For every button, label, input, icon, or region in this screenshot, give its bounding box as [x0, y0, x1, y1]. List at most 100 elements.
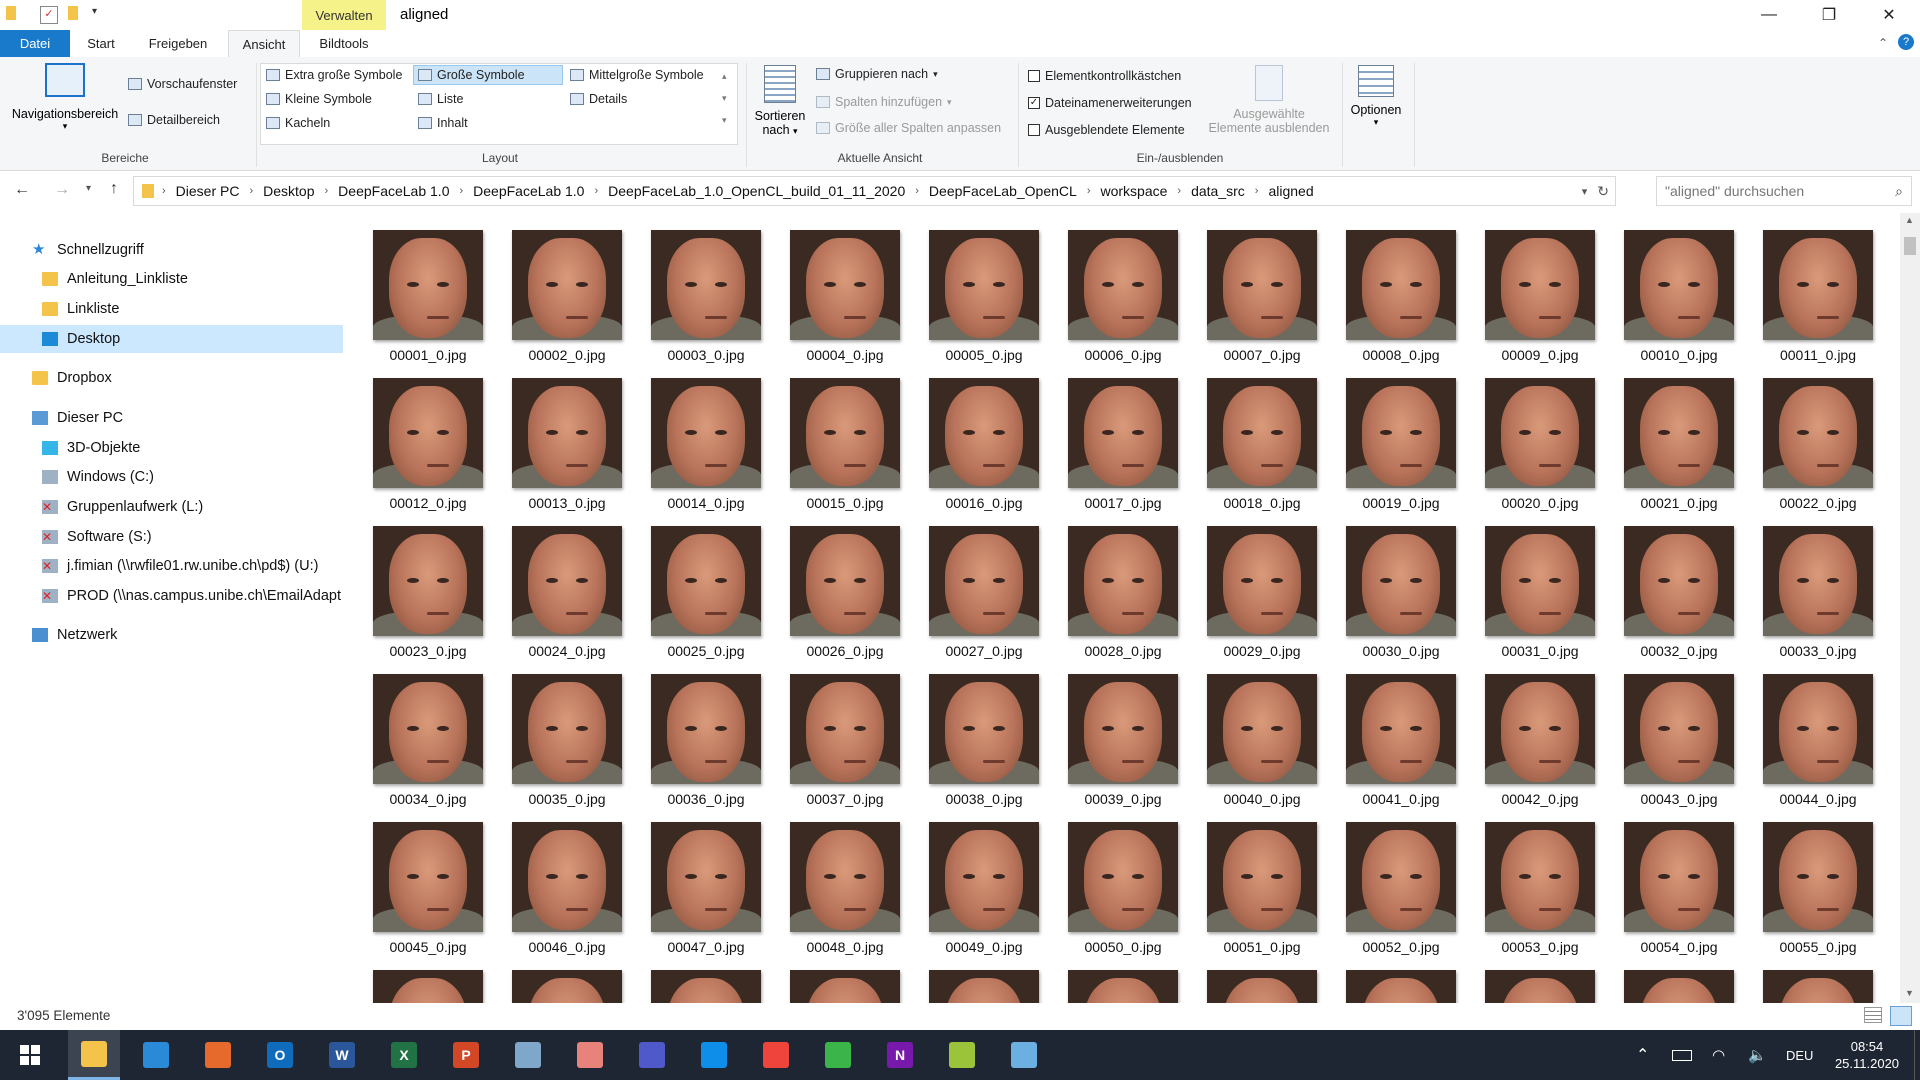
taskbar-app-remote-desktop[interactable]: [502, 1030, 554, 1080]
image-thumbnail[interactable]: [1207, 378, 1317, 488]
file-tile[interactable]: 00025_0.jpg: [621, 509, 761, 659]
image-thumbnail[interactable]: [929, 822, 1039, 932]
image-thumbnail[interactable]: [929, 970, 1039, 1003]
image-thumbnail[interactable]: [1068, 378, 1178, 488]
file-tile[interactable]: 00031_0.jpg: [1455, 509, 1595, 659]
close-button[interactable]: ✕: [1860, 0, 1918, 30]
nav-fimian[interactable]: ✕ j.fimian (\\rwfile01.rw.unibe.ch\pd$) (…: [0, 552, 385, 580]
file-tile[interactable]: 00051_0.jpg: [1177, 805, 1317, 955]
layout-extra-grosse-symbole[interactable]: Extra große Symbole: [266, 68, 402, 82]
image-thumbnail[interactable]: [1624, 822, 1734, 932]
file-tile[interactable]: [482, 953, 622, 1003]
search-input[interactable]: "aligned" durchsuchen ⌕: [1656, 176, 1912, 206]
file-tile[interactable]: [899, 953, 1039, 1003]
detailbereich-button[interactable]: Detailbereich: [128, 113, 220, 127]
customize-quick-access-icon[interactable]: ▾: [92, 6, 108, 22]
image-thumbnail[interactable]: [512, 822, 622, 932]
gruppieren-button[interactable]: Gruppieren nach ▾: [816, 67, 938, 81]
file-tile[interactable]: [1733, 953, 1873, 1003]
file-tile[interactable]: 00045_0.jpg: [343, 805, 483, 955]
image-thumbnail[interactable]: [1624, 526, 1734, 636]
image-thumbnail[interactable]: [1485, 822, 1595, 932]
nav-desktop[interactable]: Desktop📌: [0, 325, 385, 353]
tab-ansicht[interactable]: Ansicht: [228, 30, 300, 58]
forward-arrow-icon[interactable]: →: [54, 181, 70, 199]
file-tile[interactable]: [1455, 953, 1595, 1003]
file-tile[interactable]: 00042_0.jpg: [1455, 657, 1595, 807]
address-history-chevron-icon[interactable]: ▾: [1582, 185, 1588, 198]
nav-linkliste[interactable]: Linkliste📌: [0, 295, 385, 323]
breadcrumb-item[interactable]: DeepFaceLab 1.0: [338, 183, 449, 199]
image-thumbnail[interactable]: [790, 674, 900, 784]
file-tile[interactable]: 00048_0.jpg: [760, 805, 900, 955]
image-thumbnail[interactable]: [1624, 230, 1734, 340]
image-thumbnail[interactable]: [1763, 674, 1873, 784]
breadcrumb-item[interactable]: data_src: [1191, 183, 1245, 199]
image-thumbnail[interactable]: [512, 674, 622, 784]
search-icon[interactable]: ⌕: [1895, 183, 1903, 200]
spaltengroesse-button[interactable]: Größe aller Spalten anpassen: [816, 121, 1001, 135]
navigationsbereich-button[interactable]: Navigationsbereich ▾: [10, 63, 120, 132]
image-thumbnail[interactable]: [1068, 674, 1178, 784]
breadcrumb-separator-icon[interactable]: ›: [594, 185, 598, 197]
file-tile[interactable]: 00009_0.jpg: [1455, 213, 1595, 363]
breadcrumb-item[interactable]: aligned: [1268, 183, 1313, 199]
nav-prod[interactable]: ✕ PROD (\\nas.campus.unibe.ch\EmailAdapt: [0, 582, 385, 610]
file-tile[interactable]: 00013_0.jpg: [482, 361, 622, 511]
nav-dieser-pc[interactable]: Dieser PC: [0, 404, 375, 432]
taskbar-app-firefox[interactable]: [192, 1030, 244, 1080]
file-tile[interactable]: [343, 953, 483, 1003]
image-thumbnail[interactable]: [651, 526, 761, 636]
scroll-up-icon[interactable]: ▲: [1905, 215, 1914, 225]
file-tile[interactable]: 00010_0.jpg: [1594, 213, 1734, 363]
image-thumbnail[interactable]: [1207, 674, 1317, 784]
taskbar-app-anydesk[interactable]: [750, 1030, 802, 1080]
breadcrumb-separator-icon[interactable]: ›: [1087, 185, 1091, 197]
nav-anleitung-linkliste[interactable]: Anleitung_Linkliste📌: [0, 265, 385, 293]
image-thumbnail[interactable]: [929, 674, 1039, 784]
file-tile[interactable]: 00050_0.jpg: [1038, 805, 1178, 955]
image-thumbnail[interactable]: [790, 822, 900, 932]
tab-start[interactable]: Start: [78, 30, 124, 57]
file-tile[interactable]: 00040_0.jpg: [1177, 657, 1317, 807]
file-tile[interactable]: 00034_0.jpg: [343, 657, 483, 807]
file-tile[interactable]: 00055_0.jpg: [1733, 805, 1873, 955]
image-thumbnail[interactable]: [373, 230, 483, 340]
dateinamenerweiterungen-checkbox[interactable]: ✓ Dateinamenerweiterungen: [1028, 96, 1192, 110]
file-tile[interactable]: 00032_0.jpg: [1594, 509, 1734, 659]
image-thumbnail[interactable]: [1485, 378, 1595, 488]
image-thumbnail[interactable]: [373, 378, 483, 488]
image-thumbnail[interactable]: [790, 378, 900, 488]
verwalten-context-tab[interactable]: Verwalten: [302, 0, 386, 30]
file-tile[interactable]: [760, 953, 900, 1003]
file-tile[interactable]: 00017_0.jpg: [1038, 361, 1178, 511]
elementkontrollkaestchen-checkbox[interactable]: Elementkontrollkästchen: [1028, 69, 1181, 83]
image-thumbnail[interactable]: [1346, 378, 1456, 488]
show-hidden-icons-chevron-icon[interactable]: ⌃: [1636, 1030, 1649, 1080]
file-tile[interactable]: 00035_0.jpg: [482, 657, 622, 807]
image-thumbnail[interactable]: [1763, 230, 1873, 340]
breadcrumb-item[interactable]: DeepFaceLab 1.0: [473, 183, 584, 199]
address-bar[interactable]: › Dieser PC › Desktop › DeepFaceLab 1.0 › D…: [133, 176, 1616, 206]
image-thumbnail[interactable]: [373, 822, 483, 932]
ausgewaehlte-ausblenden-button[interactable]: Ausgewählte Elemente ausblenden: [1206, 65, 1332, 135]
taskbar-app-paint[interactable]: [998, 1030, 1050, 1080]
file-tile[interactable]: 00015_0.jpg: [760, 361, 900, 511]
layout-kacheln[interactable]: Kacheln: [266, 116, 330, 130]
battery-icon[interactable]: [1672, 1030, 1692, 1080]
file-tile[interactable]: 00007_0.jpg: [1177, 213, 1317, 363]
file-tile[interactable]: 00028_0.jpg: [1038, 509, 1178, 659]
file-tile[interactable]: 00011_0.jpg: [1733, 213, 1873, 363]
file-tile[interactable]: 00002_0.jpg: [482, 213, 622, 363]
taskbar-app-teamviewer[interactable]: [688, 1030, 740, 1080]
taskbar-app-excel[interactable]: X: [378, 1030, 430, 1080]
image-thumbnail[interactable]: [1485, 970, 1595, 1003]
wifi-icon[interactable]: ◠: [1712, 1030, 1725, 1080]
image-thumbnail[interactable]: [1068, 822, 1178, 932]
up-arrow-icon[interactable]: ↑: [110, 180, 118, 198]
file-tile[interactable]: 00022_0.jpg: [1733, 361, 1873, 511]
taskbar-app-camtasia[interactable]: [812, 1030, 864, 1080]
file-tile[interactable]: 00037_0.jpg: [760, 657, 900, 807]
file-tile[interactable]: 00041_0.jpg: [1316, 657, 1456, 807]
image-thumbnail[interactable]: [1207, 822, 1317, 932]
